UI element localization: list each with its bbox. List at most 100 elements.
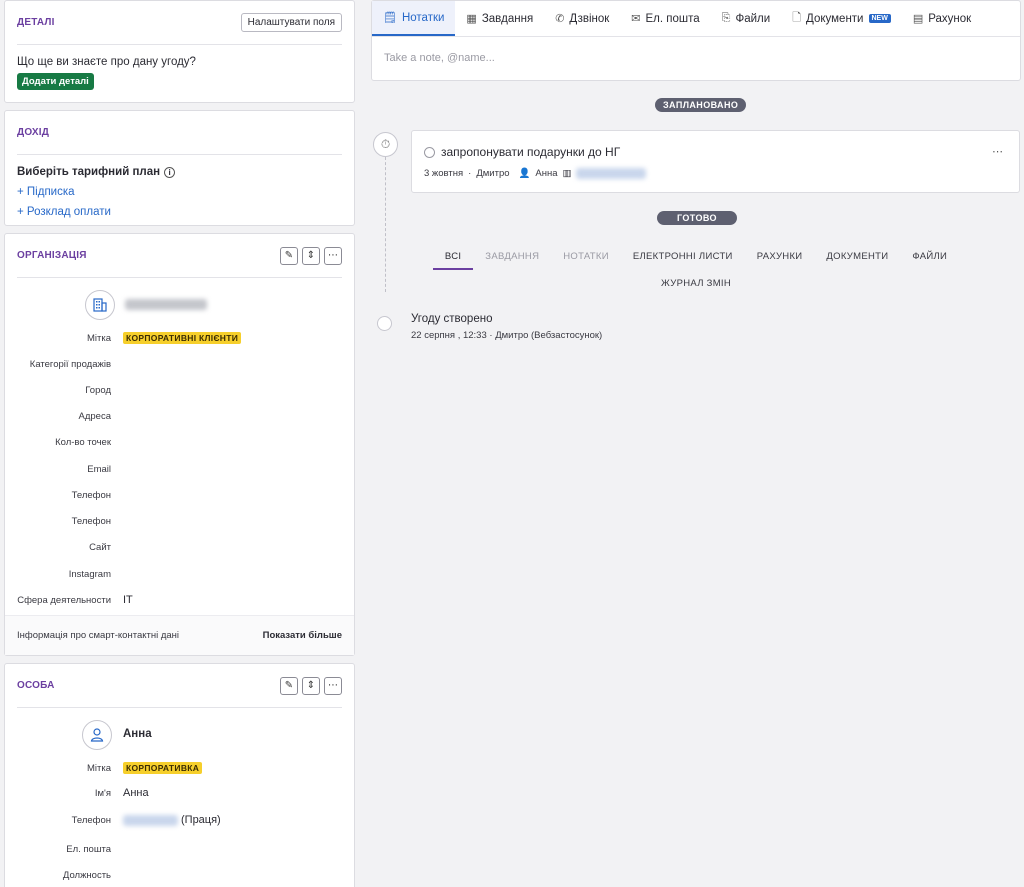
income-title: ДОХІД — [17, 127, 50, 138]
scheduled-pill: ЗАПЛАНОВАНО — [655, 98, 747, 112]
person-name: Анна — [123, 728, 152, 740]
deal-created-meta: 22 серпня , 12:33 · Дмитро (Вебзастосуно… — [411, 330, 603, 341]
expand-collapse-icon[interactable]: ⇕ — [302, 246, 320, 265]
left-panel: ДЕТАЛІ Налаштувати поля Що ще ви знаєте … — [4, 0, 355, 887]
task-person[interactable]: Анна — [535, 168, 557, 179]
filter-documents[interactable]: ДОКУМЕНТИ — [814, 248, 900, 270]
task-organization-redacted[interactable] — [576, 168, 647, 179]
add-details-button[interactable]: Додати деталі — [17, 73, 94, 90]
expand-collapse-icon[interactable]: ⇕ — [302, 676, 320, 695]
org-field-site: Сайт — [89, 541, 111, 553]
filter-emails[interactable]: ЕЛЕКТРОННІ ЛИСТИ — [621, 248, 745, 270]
mail-icon: ✉ — [631, 13, 641, 25]
tariff-plan-label: Виберіть тарифний план — [17, 166, 161, 178]
person-icon: 👤 — [518, 168, 531, 179]
person-title: ОСОБА — [17, 680, 55, 691]
details-card: ДЕТАЛІ Налаштувати поля Що ще ви знаєте … — [4, 0, 355, 103]
organization-avatar — [85, 290, 115, 320]
person-card: ОСОБА ✎ ⇕ ⋯ Анна Мітка КОРПОРАТИВКА Ім'я… — [4, 663, 355, 887]
activity-filters: ВСІ ЗАВДАННЯ НОТАТКИ ЕЛЕКТРОННІ ЛИСТИ РА… — [371, 248, 1021, 270]
deal-created-dot — [377, 316, 392, 331]
details-question: Що ще ви знаєте про дану угоду? — [17, 56, 196, 68]
deal-created-title: Угоду створено — [411, 313, 493, 325]
person-actions: ✎ ⇕ ⋯ — [280, 676, 342, 695]
tab-email[interactable]: ✉ Ел. пошта — [620, 1, 710, 36]
building-icon — [93, 298, 107, 312]
configure-fields-button[interactable]: Налаштувати поля — [240, 13, 342, 32]
task-title[interactable]: запропонувати подарунки до НГ — [441, 145, 620, 159]
tab-invoice[interactable]: ▤ Рахунок — [902, 1, 982, 36]
phone-icon: ✆ — [555, 13, 565, 25]
smart-contact-bar: Інформація про смарт-контактні дані Пока… — [5, 615, 354, 655]
org-field-industry: Сфера деятельности IT — [17, 594, 133, 606]
calendar-icon: ▦ — [466, 13, 477, 25]
subscription-link[interactable]: + Підписка — [17, 186, 342, 198]
tab-tasks[interactable]: ▦ Завдання — [455, 1, 544, 36]
payment-schedule-link[interactable]: + Розклад оплати — [17, 206, 342, 218]
person-header: ОСОБА ✎ ⇕ ⋯ — [17, 664, 342, 708]
org-field-instagram: Instagram — [68, 568, 111, 580]
tab-files[interactable]: ⎘ Файли — [711, 1, 782, 36]
timeline-connector — [385, 157, 386, 292]
organization-header: ОРГАНІЗАЦІЯ ✎ ⇕ ⋯ — [17, 234, 342, 278]
details-header: ДЕТАЛІ Налаштувати поля — [17, 1, 342, 45]
filter-invoices[interactable]: РАХУНКИ — [745, 248, 815, 270]
task-owner: Дмитро — [476, 168, 510, 179]
filter-notes[interactable]: НОТАТКИ — [551, 248, 621, 270]
show-more-button[interactable]: Показати більше — [263, 630, 342, 641]
paperclip-icon: ⎘ — [721, 12, 731, 24]
edit-icon[interactable]: ✎ — [280, 676, 298, 695]
filter-changelog[interactable]: ЖУРНАЛ ЗМІН — [649, 275, 743, 295]
org-field-points-count: Кол-во точек — [55, 436, 111, 448]
status-badge: КОРПОРАТИВНІ КЛІЄНТИ — [123, 332, 242, 344]
task-meta: 3 жовтня · Дмитро 👤 Анна ▥ — [424, 168, 647, 179]
tariff-plan-row: Виберіть тарифний план i — [17, 166, 342, 178]
person-icon — [90, 728, 104, 742]
activity-filters-row-2: ЖУРНАЛ ЗМІН — [371, 275, 1021, 295]
income-body: Виберіть тарифний план i + Підписка + Ро… — [5, 155, 354, 238]
task-date: 3 жовтня — [424, 168, 464, 179]
org-field-phone: Телефон — [71, 489, 111, 501]
new-badge: NEW — [868, 14, 891, 23]
filter-files[interactable]: ФАЙЛИ — [900, 248, 959, 270]
organization-name-redacted — [125, 299, 207, 310]
more-icon[interactable]: ⋯ — [324, 676, 342, 695]
task-complete-checkbox[interactable] — [424, 146, 435, 158]
details-title: ДЕТАЛІ — [17, 17, 55, 28]
phone-redacted — [123, 814, 178, 826]
more-icon[interactable]: ⋯ — [324, 246, 342, 265]
details-body: Що ще ви знаєте про дану угоду? Додати д… — [5, 45, 354, 102]
phone-type: (Праця) — [181, 814, 221, 826]
filter-tasks[interactable]: ЗАВДАННЯ — [473, 248, 551, 270]
organization-title: ОРГАНІЗАЦІЯ — [17, 250, 87, 261]
person-field-email: Ел. пошта — [66, 843, 111, 855]
task-title-row: запропонувати подарунки до НГ — [424, 145, 620, 159]
note-icon: 🗒 — [383, 12, 397, 24]
income-card: ДОХІД Виберіть тарифний план i + Підписк… — [4, 110, 355, 226]
scheduled-task-card[interactable]: запропонувати подарунки до НГ 3 жовтня ·… — [411, 130, 1020, 193]
stopwatch-icon: ⏱ — [373, 132, 398, 157]
smart-contact-info: Інформація про смарт-контактні дані — [17, 630, 180, 641]
tab-call[interactable]: ✆ Дзвінок — [544, 1, 620, 36]
done-pill: ГОТОВО — [657, 211, 737, 225]
building-icon: ▥ — [562, 168, 572, 179]
composer-tabs: 🗒 Нотатки ▦ Завдання ✆ Дзвінок ✉ Ел. пош… — [372, 1, 1020, 37]
invoice-icon: ▤ — [912, 13, 924, 25]
tab-documents[interactable]: 🗋 Документи NEW — [781, 1, 902, 36]
note-input[interactable]: Take a note, @name... — [372, 37, 1020, 79]
org-field-email: Email — [87, 463, 111, 475]
composer: 🗒 Нотатки ▦ Завдання ✆ Дзвінок ✉ Ел. пош… — [371, 0, 1021, 81]
person-field-tag: Мітка КОРПОРАТИВКА — [5, 760, 354, 776]
person-field-name: Ім'я Анна — [94, 787, 149, 799]
task-more-icon[interactable]: ⋯ — [992, 145, 1003, 158]
edit-icon[interactable]: ✎ — [280, 246, 298, 265]
org-field-sales-categories: Категорії продажів — [29, 358, 111, 370]
income-header: ДОХІД — [17, 111, 342, 155]
tab-notes[interactable]: 🗒 Нотатки — [372, 1, 456, 36]
filter-all[interactable]: ВСІ — [432, 248, 474, 270]
organization-card: ОРГАНІЗАЦІЯ ✎ ⇕ ⋯ Мітка КОРПОРАТИВНІ КЛІ… — [4, 233, 355, 656]
info-icon[interactable]: i — [164, 166, 176, 178]
person-field-position: Должность — [62, 869, 111, 881]
org-field-city: Город — [85, 384, 111, 396]
person-field-phone: Телефон (Праця) — [71, 814, 221, 826]
